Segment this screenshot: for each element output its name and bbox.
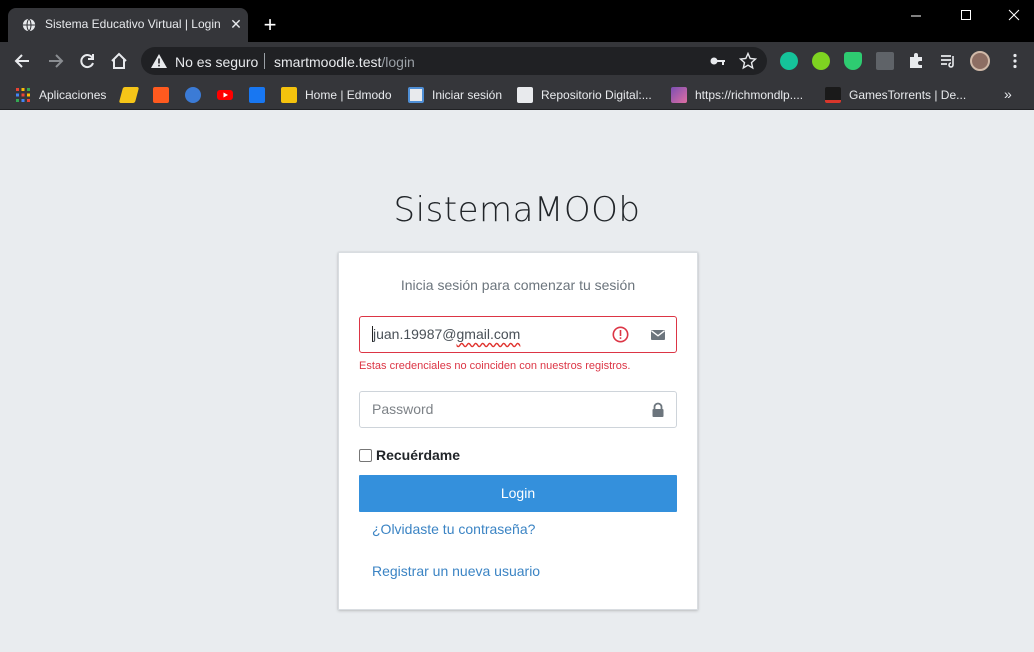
login-page-icon	[408, 87, 424, 103]
tab-close-icon[interactable]: ✕	[228, 16, 244, 32]
url-host: smartmoodle.test	[274, 54, 382, 70]
reading-list-icon[interactable]	[939, 52, 957, 70]
bookmark-edmodo[interactable]: Home | Edmodo	[281, 85, 392, 105]
bookmark-yellow[interactable]	[118, 85, 140, 105]
remember-me[interactable]: Recuérdame	[359, 446, 460, 464]
email-error-message: Estas credenciales no coinciden con nues…	[359, 360, 631, 372]
browser-toolbar: No es seguro smartmoodle.test/login	[0, 42, 1034, 80]
password-field[interactable]: Password	[359, 391, 677, 428]
bookmark-label: Repositorio Digital:...	[541, 88, 652, 102]
bookmark-label: Iniciar sesión	[432, 88, 503, 102]
star-icon[interactable]	[739, 52, 757, 70]
apps-grid-icon	[16, 88, 30, 102]
bookmark-aplicaciones[interactable]: Aplicaciones	[15, 85, 106, 105]
forgot-password-link[interactable]: ¿Olvidaste tu contraseña?	[372, 521, 535, 537]
login-card: Inicia sesión para comenzar tu sesión ju…	[338, 252, 698, 610]
remember-checkbox[interactable]	[359, 448, 372, 462]
lock-icon	[652, 402, 664, 417]
reload-icon[interactable]	[77, 51, 97, 71]
bookmark-chat[interactable]	[185, 85, 201, 105]
login-button[interactable]: Login	[359, 475, 677, 512]
yellow-logo-icon	[118, 87, 140, 103]
email-value: juan.19987@gmail.com	[372, 326, 520, 342]
close-window-icon[interactable]	[1004, 6, 1024, 26]
brand-title: SistemaMOOb	[393, 190, 641, 230]
bookmarks-bar: Aplicaciones Home | Edmodo Iniciar sesió…	[0, 80, 1034, 110]
login-message: Inicia sesión para comenzar tu sesión	[400, 277, 636, 293]
minimize-icon[interactable]	[906, 6, 926, 26]
globe-icon	[22, 18, 36, 32]
forward-arrow-icon[interactable]	[45, 51, 65, 71]
key-icon[interactable]	[709, 53, 727, 69]
bookmark-af[interactable]	[153, 85, 169, 105]
address-divider	[264, 53, 265, 69]
af-icon	[153, 87, 169, 103]
bookmark-label: https://richmondlp....	[695, 88, 804, 102]
d-letter-icon	[517, 87, 533, 103]
bookmark-richmond[interactable]: https://richmondlp....	[671, 85, 803, 105]
gamestorrents-icon	[825, 87, 841, 103]
security-status[interactable]: No es seguro	[175, 54, 258, 70]
email-value-domain: gmail.com	[456, 326, 521, 342]
bookmark-label: GamesTorrents | De...	[849, 88, 967, 102]
chat-icon	[185, 87, 201, 103]
bookmark-gamestorrents[interactable]: GamesTorrents | De...	[825, 85, 966, 105]
remember-label[interactable]: Recuérdame	[376, 447, 460, 463]
tab-title: Sistema Educativo Virtual | Login	[45, 17, 221, 31]
maximize-icon[interactable]	[956, 6, 976, 26]
facebook-icon	[249, 87, 265, 103]
home-icon[interactable]	[109, 51, 129, 71]
tab-strip: Sistema Educativo Virtual | Login ✕ +	[0, 0, 1034, 42]
bookmark-label: Home | Edmodo	[305, 88, 392, 102]
email-value-local: juan.19987@	[373, 326, 457, 342]
bookmark-repositorio[interactable]: Repositorio Digital:...	[517, 85, 652, 105]
shield-icon[interactable]	[844, 52, 862, 70]
add-extension-icon[interactable]	[812, 52, 830, 70]
email-field[interactable]: juan.19987@gmail.com	[359, 316, 677, 353]
address-bar[interactable]: No es seguro smartmoodle.test/login	[141, 47, 767, 75]
warning-icon[interactable]	[151, 54, 167, 68]
puzzle-icon[interactable]	[907, 52, 925, 70]
bookmark-facebook[interactable]	[249, 85, 265, 105]
bookmark-label: Aplicaciones	[39, 88, 107, 102]
password-placeholder: Password	[372, 401, 434, 417]
error-icon	[612, 326, 629, 343]
e-letter-icon[interactable]	[876, 52, 894, 70]
profile-avatar[interactable]	[970, 51, 990, 71]
new-tab-button[interactable]: +	[258, 14, 282, 38]
edmodo-icon	[281, 87, 297, 103]
register-link[interactable]: Registrar un nueva usuario	[372, 563, 540, 579]
url-text[interactable]: smartmoodle.test/login	[274, 54, 415, 70]
bookmarks-overflow-chevron-icon[interactable]: »	[1004, 86, 1012, 102]
back-arrow-icon[interactable]	[13, 51, 33, 71]
menu-kebab-icon[interactable]	[1006, 52, 1024, 70]
bookmark-youtube[interactable]	[217, 85, 233, 105]
grammarly-icon[interactable]	[780, 52, 798, 70]
bookmark-iniciar-sesion[interactable]: Iniciar sesión	[408, 85, 502, 105]
browser-tab[interactable]: Sistema Educativo Virtual | Login ✕	[8, 8, 248, 42]
url-path: /login	[381, 54, 415, 70]
envelope-icon	[651, 330, 665, 340]
youtube-icon	[217, 90, 233, 100]
richmond-icon	[671, 87, 687, 103]
